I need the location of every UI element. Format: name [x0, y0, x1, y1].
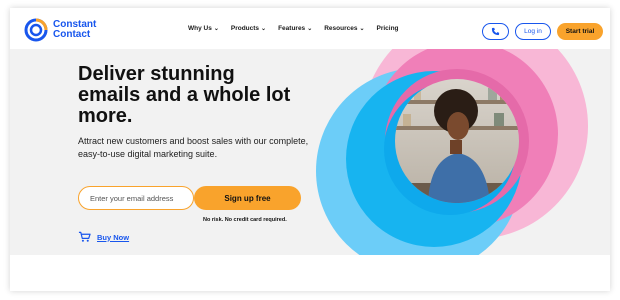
hero-headline: Deliver stunning emails and a whole lot … — [78, 63, 291, 127]
email-input[interactable]: Enter your email address — [78, 186, 194, 210]
pink-inner-circle — [372, 41, 558, 227]
chevron-down-icon: ⌄ — [307, 26, 313, 32]
nav-item-label: Resources — [324, 25, 358, 32]
brand-name: Constant Contact — [53, 20, 113, 40]
brand-logo[interactable]: Constant Contact — [24, 18, 113, 42]
next-section-strip — [10, 255, 610, 291]
page-frame: Constant Contact Why Us ⌄ Products ⌄ Fea… — [10, 8, 610, 291]
photo-ring-blue — [384, 83, 516, 215]
brand-name-line2: Contact — [53, 29, 91, 40]
blue-outer-circle — [316, 68, 522, 274]
nav-item-label: Features — [278, 25, 306, 32]
phone-icon — [491, 27, 500, 36]
hero-subheading: Attract new customers and boost sales wi… — [78, 136, 309, 159]
buy-now-label: Buy Now — [97, 232, 130, 242]
main-menu: Why Us ⌄ Products ⌄ Features ⌄ Resources… — [188, 8, 411, 49]
call-button[interactable] — [482, 23, 509, 40]
nav-item-label: Why Us — [188, 25, 212, 32]
sign-up-button[interactable]: Sign up free — [194, 186, 301, 210]
chevron-down-icon: ⌄ — [213, 26, 219, 32]
nav-item-why-us[interactable]: Why Us ⌄ — [188, 25, 219, 32]
cart-icon — [78, 231, 91, 242]
hero-photo — [395, 79, 519, 203]
constant-contact-logo-icon — [24, 18, 48, 42]
buy-now-link[interactable]: Buy Now — [78, 231, 129, 243]
start-trial-button[interactable]: Start trial — [557, 23, 603, 40]
no-risk-note: No risk. No credit card required. — [203, 217, 287, 223]
nav-item-label: Products — [230, 25, 260, 32]
nav-item-pricing[interactable]: Pricing — [377, 25, 399, 32]
chevron-down-icon: ⌄ — [359, 26, 365, 32]
blue-inner-circle — [346, 71, 522, 247]
nav-item-features[interactable]: Features ⌄ — [278, 25, 312, 32]
nav-item-label: Pricing — [376, 25, 399, 32]
top-navigation: Constant Contact Why Us ⌄ Products ⌄ Fea… — [10, 8, 610, 49]
login-button[interactable]: Log in — [515, 23, 551, 40]
chevron-down-icon: ⌄ — [261, 26, 267, 32]
nav-item-products[interactable]: Products ⌄ — [231, 25, 266, 32]
photo-ring — [385, 69, 529, 213]
nav-item-resources[interactable]: Resources ⌄ — [324, 25, 364, 32]
